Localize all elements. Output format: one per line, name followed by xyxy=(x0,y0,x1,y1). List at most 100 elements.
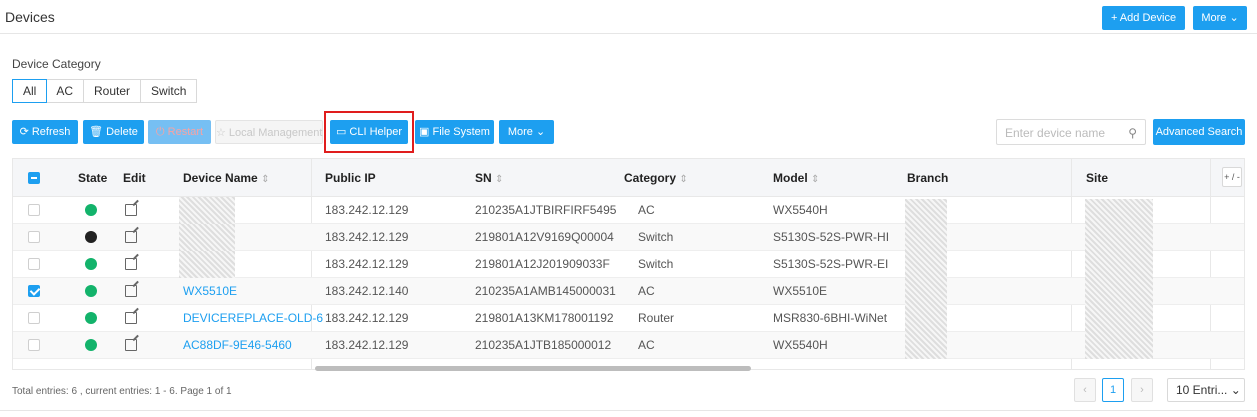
public-ip: 183.242.12.129 xyxy=(325,338,409,352)
model: WX5540H xyxy=(773,203,828,217)
table-row[interactable]: 183.242.12.129 219801A12J201909033F Swit… xyxy=(13,251,1244,278)
prev-page-button[interactable]: ‹ xyxy=(1074,378,1096,402)
online-status-dot xyxy=(85,339,97,351)
file-system-button[interactable]: ▣ File System xyxy=(415,120,494,144)
page-title: Devices xyxy=(5,9,55,25)
row-checkbox[interactable] xyxy=(28,339,40,351)
table-body: 183.242.12.129 210235A1JTBIRFIRF5495 AC … xyxy=(13,197,1244,362)
edit-icon[interactable] xyxy=(125,204,137,216)
redacted-device-name xyxy=(179,251,235,278)
row-checkbox[interactable] xyxy=(28,204,40,216)
col-sn-label: SN xyxy=(475,171,492,185)
table-row[interactable]: AC88DF-9E46-5460 183.242.12.129 210235A1… xyxy=(13,332,1244,359)
serial-number: 219801A12J201909033F xyxy=(475,257,610,271)
edit-icon[interactable] xyxy=(125,231,137,243)
add-device-button[interactable]: + Add Device xyxy=(1102,6,1185,30)
model: S5130S-52S-PWR-HI xyxy=(773,230,890,244)
edit-icon[interactable] xyxy=(125,312,137,324)
col-state: State xyxy=(78,171,108,185)
online-status-dot xyxy=(85,312,97,324)
col-model-label: Model xyxy=(773,171,808,185)
header-more-button[interactable]: More ⌄ xyxy=(1193,6,1247,30)
redacted-device-name xyxy=(179,224,235,251)
category-ac[interactable]: AC xyxy=(46,80,85,102)
refresh-button[interactable]: ⟳ Refresh xyxy=(12,120,78,144)
col-public-ip: Public IP xyxy=(325,171,376,185)
category: Switch xyxy=(638,257,674,271)
row-checkbox[interactable] xyxy=(28,285,40,297)
redacted-site-column xyxy=(1085,199,1153,359)
delete-button[interactable]: 🗑 Delete xyxy=(83,120,144,144)
col-branch: Branch xyxy=(907,171,949,185)
search-icon[interactable]: ⚲ xyxy=(1128,126,1137,140)
sort-icon[interactable]: ⇕ xyxy=(811,174,819,185)
search-placeholder: Enter device name xyxy=(1005,126,1106,140)
row-checkbox[interactable] xyxy=(28,312,40,324)
category-switch[interactable]: Switch xyxy=(141,80,196,102)
table-row[interactable]: 183.242.12.129 219801A12V9169Q00004 Swit… xyxy=(13,224,1244,251)
top-bar: Devices + Add Device More ⌄ xyxy=(0,0,1257,34)
col-device-name-label: Device Name xyxy=(183,171,258,185)
sort-icon[interactable]: ⇕ xyxy=(261,174,269,185)
device-category-label: Device Category xyxy=(12,57,101,71)
serial-number: 210235A1JTB185000012 xyxy=(475,338,612,352)
edit-icon[interactable] xyxy=(125,258,137,270)
public-ip: 183.242.12.140 xyxy=(325,284,409,298)
serial-number: 219801A13KM178001192 xyxy=(475,311,614,325)
restart-button[interactable]: ⏻ Restart xyxy=(148,120,211,144)
sort-icon[interactable]: ⇕ xyxy=(495,174,503,185)
local-management-button[interactable]: ☆ Local Management xyxy=(215,120,323,144)
serial-number: 210235A1JTBIRFIRF5495 xyxy=(475,203,617,217)
edit-icon[interactable] xyxy=(125,285,137,297)
online-status-dot xyxy=(85,204,97,216)
column-picker-button[interactable]: + / - xyxy=(1222,167,1242,187)
pagination-summary: Total entries: 6 , current entries: 1 - … xyxy=(12,386,232,397)
col-sn[interactable]: SN ⇕ xyxy=(475,159,503,197)
table-row[interactable]: DEVICEREPLACE-OLD-6 183.242.12.129 21980… xyxy=(13,305,1244,332)
device-name-link[interactable]: DEVICEREPLACE-OLD-6 xyxy=(183,305,323,332)
horizontal-scrollbar[interactable] xyxy=(315,366,751,371)
page-1-button[interactable]: 1 xyxy=(1102,378,1124,402)
public-ip: 183.242.12.129 xyxy=(325,257,409,271)
serial-number: 210235A1AMB145000031 xyxy=(475,284,616,298)
category-all[interactable]: All xyxy=(12,79,48,103)
toolbar-more-button[interactable]: More ⌄ xyxy=(499,120,554,144)
redacted-branch-column xyxy=(905,199,947,359)
public-ip: 183.242.12.129 xyxy=(325,203,409,217)
col-device-name[interactable]: Device Name ⇕ xyxy=(183,159,269,197)
row-checkbox[interactable] xyxy=(28,231,40,243)
category: AC xyxy=(638,203,655,217)
model: MSR830-6BHI-WiNet xyxy=(773,311,888,325)
device-search-input[interactable]: Enter device name ⚲ xyxy=(996,119,1146,145)
table-row[interactable]: 183.242.12.129 210235A1JTBIRFIRF5495 AC … xyxy=(13,197,1244,224)
next-page-button[interactable]: › xyxy=(1131,378,1153,402)
edit-icon[interactable] xyxy=(125,339,137,351)
category: AC xyxy=(638,284,655,298)
select-all-checkbox[interactable] xyxy=(28,172,40,184)
device-name-link[interactable]: WX5510E xyxy=(183,278,237,305)
device-category-segment: All AC Router Switch xyxy=(12,79,198,103)
serial-number: 219801A12V9169Q00004 xyxy=(475,230,614,244)
offline-status-dot xyxy=(85,231,97,243)
online-status-dot xyxy=(85,258,97,270)
col-model[interactable]: Model ⇕ xyxy=(773,159,819,197)
bottom-divider xyxy=(0,410,1257,411)
sort-icon[interactable]: ⇕ xyxy=(679,174,687,185)
device-table: State Edit Device Name ⇕ Public IP SN ⇕ … xyxy=(12,158,1245,371)
col-category[interactable]: Category ⇕ xyxy=(624,159,688,197)
category: AC xyxy=(638,338,655,352)
table-row[interactable]: WX5510E 183.242.12.140 210235A1AMB145000… xyxy=(13,278,1244,305)
advanced-search-button[interactable]: Advanced Search xyxy=(1153,119,1245,145)
table-header: State Edit Device Name ⇕ Public IP SN ⇕ … xyxy=(13,159,1244,197)
category: Router xyxy=(638,311,675,325)
col-edit: Edit xyxy=(123,171,146,185)
device-name-link[interactable]: AC88DF-9E46-5460 xyxy=(183,332,292,359)
online-status-dot xyxy=(85,285,97,297)
public-ip: 183.242.12.129 xyxy=(325,230,409,244)
category-router[interactable]: Router xyxy=(84,80,142,102)
category: Switch xyxy=(638,230,674,244)
page-size-select[interactable]: 10 Entri... ⌄ xyxy=(1167,378,1245,402)
cli-helper-highlight xyxy=(324,111,414,153)
model: S5130S-52S-PWR-EI xyxy=(773,257,889,271)
row-checkbox[interactable] xyxy=(28,258,40,270)
